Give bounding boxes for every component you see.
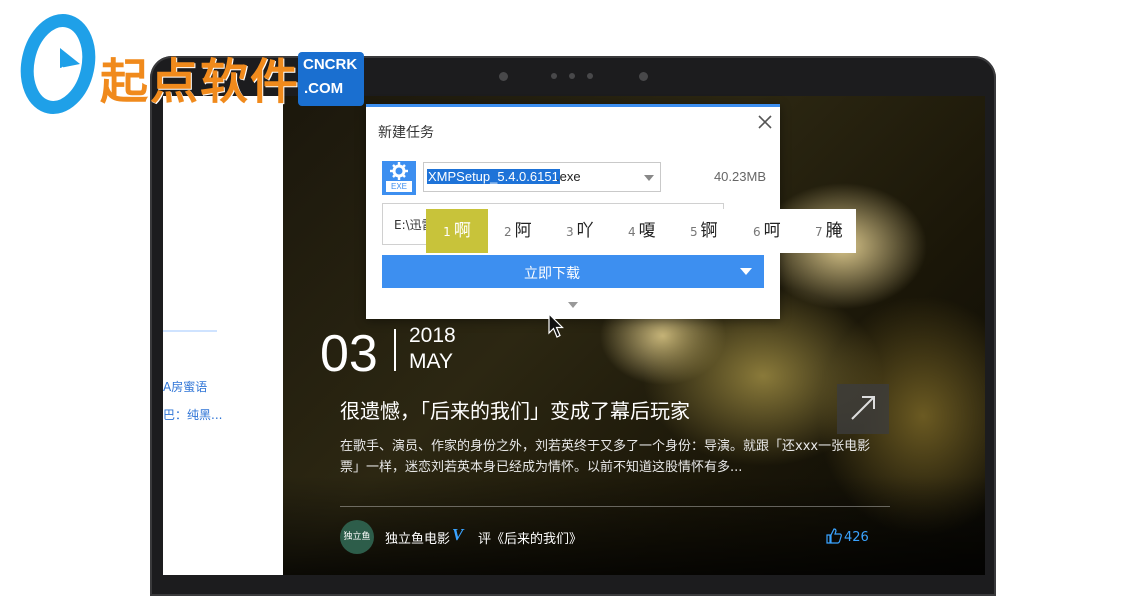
filename-extension-text[interactable]: .exe [556,169,581,184]
review-title[interactable]: 评《后来的我们》 [478,528,582,547]
filename-selected-text[interactable]: XMPSetup_5.4.0.6151 [427,169,560,184]
file-size: 40.23MB [713,169,766,184]
author-bar: 独立鱼 独立鱼电影 V 评《后来的我们》 426 [340,520,880,554]
ime-candidate[interactable]: 1啊 [426,209,488,253]
logo-badge-top: CNCRK [303,56,358,73]
download-button-label: 立即下载 [524,266,580,282]
sensor-dot [639,72,648,81]
expand-button[interactable] [837,384,889,434]
ime-candidate[interactable]: 5锕 [690,209,718,253]
avatar[interactable]: 独立鱼 [340,520,374,554]
gear-icon [390,162,408,180]
sensor-dot [499,72,508,81]
verified-badge: V [452,525,464,544]
logo-brand-text: 起点软件 [100,54,301,110]
sidebar-link[interactable]: 巴：纯黑... [163,406,222,423]
date-day: 03 [320,325,378,383]
ime-candidate[interactable]: 7腌 [815,209,843,253]
site-logo: 起点软件 CNCRK .COM [20,12,365,118]
logo-mark-icon [20,14,96,114]
logo-badge: CNCRK .COM [298,52,364,106]
left-panel: A房蜜语 巴：纯黑... [163,96,283,552]
logo-badge-bottom: .COM [304,80,344,97]
chevron-down-icon[interactable] [740,268,752,275]
file-extension-label: EXE [386,181,412,192]
expand-options-icon[interactable] [568,302,578,308]
ime-candidate[interactable]: 3吖 [566,209,594,253]
date-divider [394,329,396,371]
dialog-title: 新建任务 [378,125,434,141]
mouse-cursor-icon [548,313,564,338]
chevron-down-icon[interactable] [644,175,654,181]
ime-candidate-bar: 1啊 2阿 3吖 4嗄 5锕 6呵 7腌 [426,209,856,253]
date-month: MAY [409,350,453,373]
sidebar-link[interactable]: A房蜜语 [163,378,207,395]
sensor-dot [551,73,557,79]
thumbs-up-icon [826,528,842,544]
author-name[interactable]: 独立鱼电影 [385,528,450,547]
date-year: 2018 [409,324,456,347]
like-count: 426 [844,530,869,545]
close-icon[interactable] [756,113,774,131]
file-type-icon: EXE [382,161,416,195]
ime-candidate[interactable]: 2阿 [504,209,532,253]
divider [340,506,890,507]
like-button[interactable]: 426 [826,528,869,545]
ime-candidate[interactable]: 4嗄 [628,209,656,253]
sensor-dot [587,73,593,79]
ime-candidate[interactable]: 6呵 [753,209,781,253]
arrow-up-right-icon [851,396,875,420]
camera-icon [569,73,575,79]
article-headline[interactable]: 很遗憾，「后来的我们」变成了幕后玩家 [340,395,690,424]
filename-field[interactable]: XMPSetup_5.4.0.6151 .exe [423,162,661,192]
download-now-button[interactable]: 立即下载 [382,255,764,288]
article-summary: 在歌手、演员、作家的身份之外，刘若英终于又多了一个身份：导演。就跟「还xxx一张… [340,439,871,475]
